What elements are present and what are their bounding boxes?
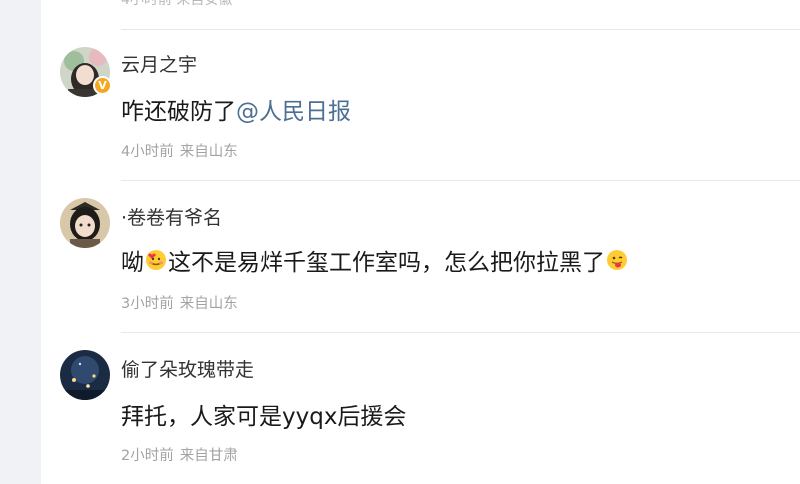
smiling-face-with-hearts-icon [145, 249, 167, 271]
comment-panel: 4小时前 来自安徽 V 云月之宇 咋还破防了 @人民日报 4小时前 来自山东 ·… [41, 0, 800, 484]
comment-text-part: 这不是易烊千玺工作室吗，怎么把你拉黑了 [168, 250, 605, 276]
verified-badge-icon: V [93, 76, 112, 95]
comment-time: 4小时前 [121, 144, 174, 160]
previous-comment-meta: 4小时前 来自安徽 [121, 0, 233, 8]
comment-text: 咋还破防了 @人民日报 [121, 92, 351, 126]
comment-text: 呦 这不是易烊千玺工作室吗，怎么把你拉黑了 [121, 243, 629, 277]
avatar[interactable] [60, 198, 110, 248]
comment-text-body: 咋还破防了 [121, 99, 236, 125]
comment-item: V 云月之宇 咋还破防了 @人民日报 4小时前 来自山东 [41, 29, 800, 180]
comment-username[interactable]: 偷了朵玫瑰带走 [121, 355, 254, 382]
comment-item: 偷了朵玫瑰带走 拜托，人家可是yyqx后援会 2小时前 来自甘肃 [41, 332, 800, 484]
comment-item: ·卷卷有爷名 呦 这不是易烊千玺工作室吗，怎么把你拉黑了 3小时前 来自山东 [41, 180, 800, 332]
mention-link[interactable]: @人民日报 [236, 92, 351, 126]
comment-location: 来自山东 [179, 144, 238, 160]
comment-username[interactable]: ·卷卷有爷名 [121, 203, 222, 230]
comment-text: 拜托，人家可是yyqx后援会 [121, 404, 407, 430]
comment-meta: 4小时前 来自山东 [121, 140, 238, 161]
face-with-tongue-icon [606, 249, 628, 271]
comment-time: 3小时前 [121, 296, 174, 312]
comment-location: 来自山东 [179, 296, 238, 312]
comment-meta: 2小时前 来自甘肃 [121, 444, 238, 465]
comment-location: 来自甘肃 [179, 448, 238, 464]
comment-username[interactable]: 云月之宇 [121, 50, 197, 77]
comment-text-part: 呦 [121, 250, 144, 276]
comment-time: 2小时前 [121, 448, 174, 464]
avatar[interactable] [60, 350, 110, 400]
comment-meta: 3小时前 来自山东 [121, 292, 238, 313]
